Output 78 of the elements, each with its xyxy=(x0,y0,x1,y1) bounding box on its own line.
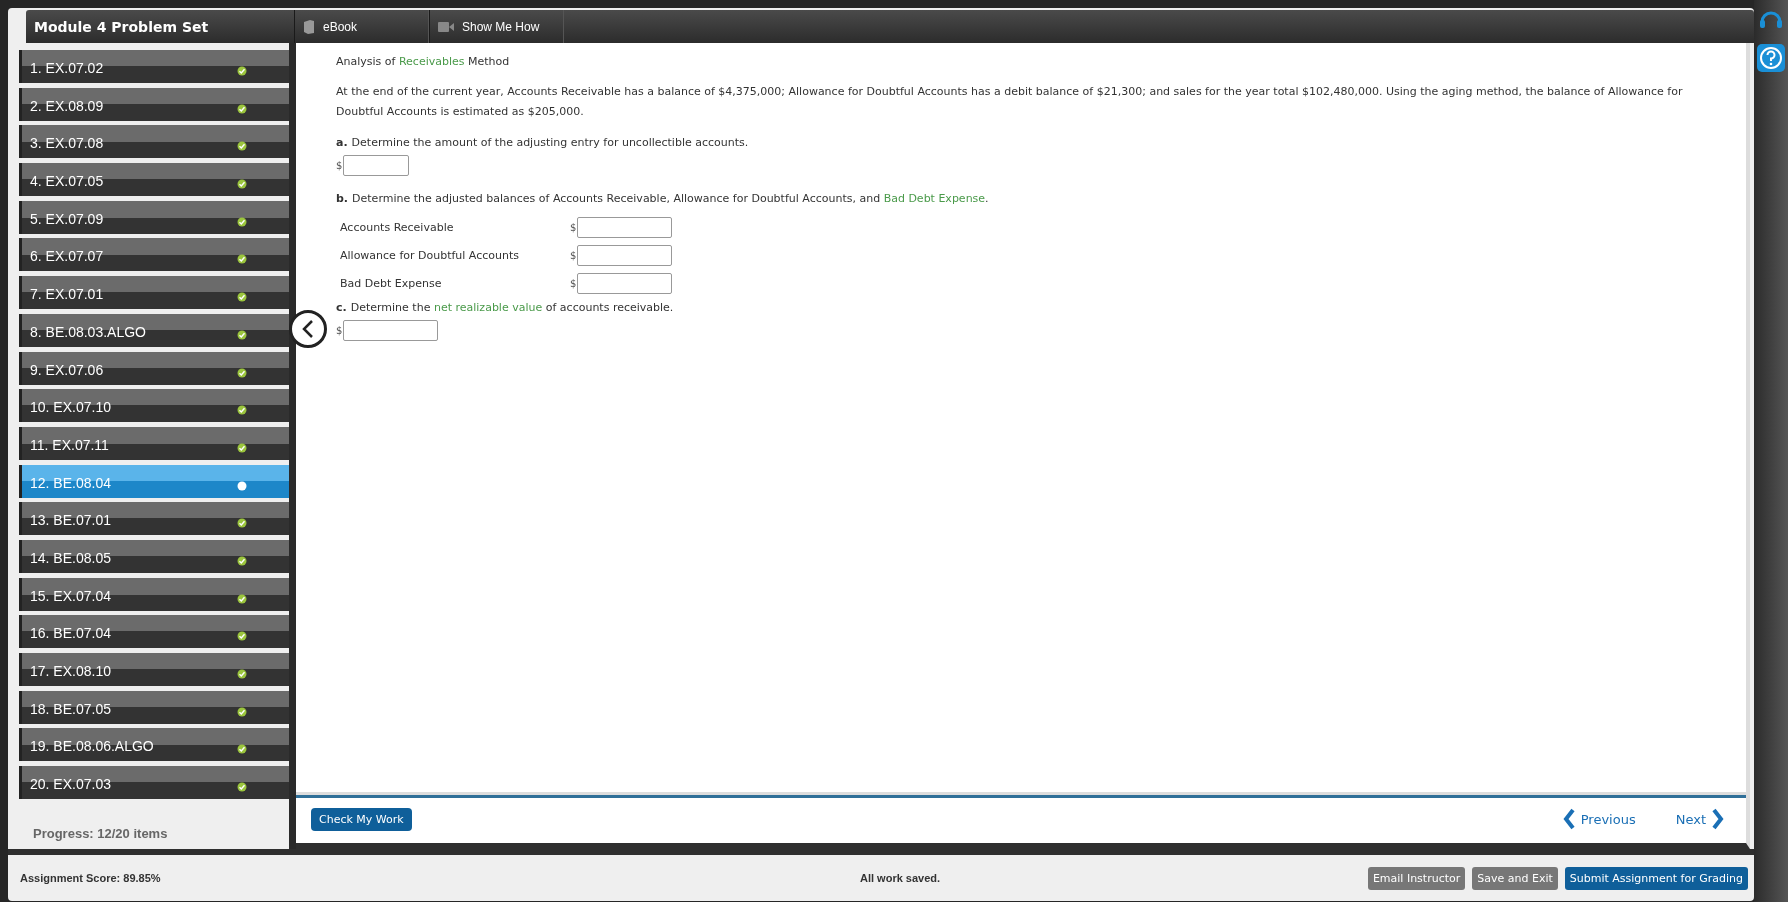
progress-text: Progress: 12/20 items xyxy=(32,826,169,843)
check-icon xyxy=(237,179,247,190)
check-icon xyxy=(237,518,247,529)
check-icon xyxy=(237,405,247,416)
assignment-title: Module 4 Problem Set xyxy=(33,17,210,37)
check-icon xyxy=(237,593,247,604)
question-item[interactable]: 17. EX.08.10 xyxy=(19,653,289,686)
currency-sign: $ xyxy=(570,221,577,233)
action-button[interactable]: Email Instructor xyxy=(1367,866,1466,890)
answer-field[interactable] xyxy=(577,216,673,238)
question-item[interactable]: 18. BE.07.05 xyxy=(19,690,289,724)
action-button[interactable]: Save and Exit xyxy=(1472,866,1558,890)
check-icon xyxy=(237,103,247,114)
problem-title: Analysis of Receivables Method xyxy=(336,55,511,68)
row-label: Bad Debt Expense xyxy=(340,276,443,290)
check-icon xyxy=(237,292,247,303)
question-item[interactable]: 14. BE.08.05 xyxy=(19,539,289,573)
chevron-left-icon xyxy=(300,319,316,339)
previous-link[interactable]: Previous xyxy=(1562,808,1636,830)
question-text: a. Determine the amount of the adjusting entry for uncollectible accounts. xyxy=(336,136,750,149)
help-icon[interactable] xyxy=(1757,44,1785,72)
question-item[interactable]: 20. EX.07.03 xyxy=(19,766,289,800)
question-item[interactable]: 19. BE.08.06.ALGO xyxy=(19,728,289,762)
next-link[interactable]: Next xyxy=(1675,808,1724,830)
answer-field[interactable] xyxy=(577,244,673,266)
answer-field[interactable] xyxy=(343,155,410,176)
check-icon xyxy=(237,66,247,76)
glossary-link[interactable]: Bad Debt Expense xyxy=(883,192,986,205)
question-item[interactable]: 9. EX.07.06 xyxy=(19,351,289,385)
question-item[interactable]: 13. BE.07.01 xyxy=(19,502,289,536)
assignment-score: Assignment Score: 89.85% xyxy=(20,872,162,884)
check-icon xyxy=(237,442,247,453)
answer-field[interactable] xyxy=(577,272,673,294)
question-item[interactable]: 3. EX.07.08 xyxy=(19,125,289,159)
check-icon xyxy=(237,782,247,793)
currency-sign: $ xyxy=(336,325,343,336)
glossary-link[interactable]: net realizable value xyxy=(433,301,543,314)
dot-icon xyxy=(237,480,247,491)
currency-sign: $ xyxy=(570,277,577,289)
glossary-link[interactable]: Receivables xyxy=(398,55,465,68)
save-status: All work saved. xyxy=(860,872,942,884)
check-work-button[interactable]: Check My Work xyxy=(311,807,412,831)
check-icon xyxy=(237,744,247,755)
check-icon xyxy=(237,254,247,265)
check-icon xyxy=(237,706,247,717)
chevron-right-icon xyxy=(1712,808,1724,830)
question-item[interactable]: 15. EX.07.04 xyxy=(19,577,289,611)
check-icon xyxy=(237,329,247,340)
check-icon xyxy=(237,216,247,227)
question-item[interactable]: 5. EX.07.09 xyxy=(19,200,289,234)
check-icon xyxy=(237,555,247,566)
question-item[interactable]: 10. EX.07.10 xyxy=(19,389,289,423)
check-icon xyxy=(237,367,247,378)
row-label: Allowance for Doubtful Accounts xyxy=(340,248,521,262)
check-icon xyxy=(237,669,247,679)
check-icon xyxy=(237,631,247,642)
question-item[interactable]: 6. EX.07.07 xyxy=(19,238,289,272)
currency-sign: $ xyxy=(570,249,577,261)
question-item[interactable]: 8. BE.08.03.ALGO xyxy=(19,313,289,347)
collapse-button[interactable] xyxy=(289,310,327,348)
question-item[interactable]: 16. BE.07.04 xyxy=(19,615,289,649)
row-label: Accounts Receivable xyxy=(340,220,455,234)
question-item[interactable]: 11. EX.07.11 xyxy=(19,426,289,460)
question-item[interactable]: 12. BE.08.04 xyxy=(19,464,289,498)
chevron-left-icon xyxy=(1562,808,1575,830)
currency-sign: $ xyxy=(336,160,343,171)
question-item[interactable]: 7. EX.07.01 xyxy=(19,276,289,310)
problem-text: At the end of the current year, Accounts Receivable has a balance of $4,375,000; Allowance for Doubtful Accounts has a debit balance of $21,300; and sales for the year total $102,480,000. Using the aging method, the balance of Allowance for Doubtful Accounts is estimated as $205,000. xyxy=(336,84,1684,120)
question-item[interactable]: 1. EX.07.02 xyxy=(19,50,289,83)
action-button[interactable]: Submit Assignment for Grading xyxy=(1564,866,1748,890)
question-text: b. Determine the adjusted balances of Accounts Receivable, Allowance for Doubtful Accounts, and Bad Debt Expense. xyxy=(336,192,990,205)
question-text: c. Determine the net realizable value of accounts receivable. xyxy=(336,301,675,314)
question-item[interactable]: 4. EX.07.05 xyxy=(19,163,289,197)
answer-field[interactable] xyxy=(343,320,439,341)
video-camera-icon xyxy=(438,21,454,32)
check-icon xyxy=(237,141,247,152)
question-item[interactable]: 2. EX.08.09 xyxy=(19,87,289,121)
book-icon xyxy=(303,19,315,34)
